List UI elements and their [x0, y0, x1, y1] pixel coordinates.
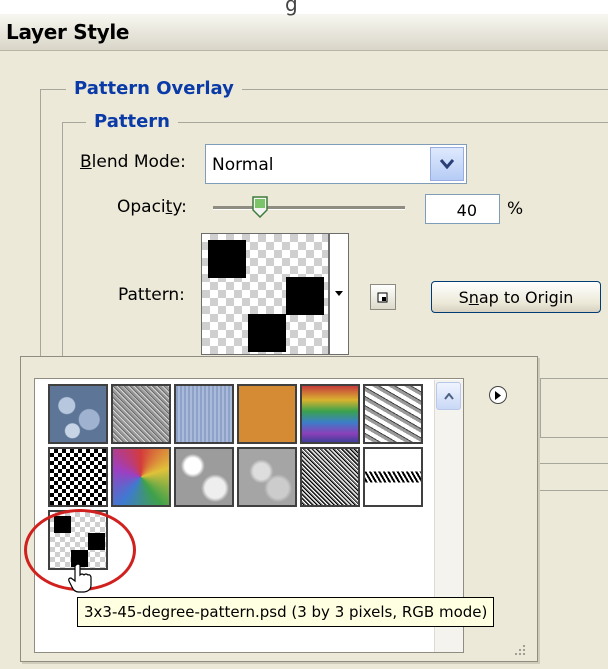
blend-mode-select[interactable]: Normal — [205, 144, 467, 184]
pattern-label: Pattern: — [118, 285, 185, 305]
pattern-overlay-legend: Pattern Overlay — [66, 78, 242, 99]
opacity-value: 40 — [456, 201, 477, 220]
opacity-label-start: Opaci — [117, 197, 166, 217]
bubbles-pattern-tile[interactable] — [48, 384, 108, 444]
swatch-black-square — [286, 277, 324, 315]
chevron-down-icon[interactable] — [430, 147, 464, 181]
snap-label-end: ap to Origin — [478, 287, 574, 307]
scroll-up-arrow-icon[interactable] — [436, 382, 461, 410]
hand-cursor-icon — [68, 563, 94, 593]
static-pattern-tile[interactable] — [300, 447, 360, 507]
clouds-pattern-tile[interactable] — [237, 447, 297, 507]
gray-stone-pattern-tile[interactable] — [363, 384, 423, 444]
pattern-swatch[interactable] — [201, 233, 329, 355]
opacity-slider-thumb[interactable] — [252, 196, 268, 219]
opacity-input[interactable]: 40 — [425, 194, 500, 224]
blend-mode-mnemonic: B — [80, 152, 92, 172]
opacity-unit: % — [507, 199, 524, 219]
snap-label-start: S — [458, 287, 469, 307]
partial-window-text: g — [285, 0, 298, 16]
picker-menu-arrow-icon[interactable] — [489, 386, 507, 404]
rainbow-waves-pattern-tile[interactable] — [300, 384, 360, 444]
clouds-pattern-tile[interactable] — [174, 447, 234, 507]
swatch-black-square — [208, 240, 246, 278]
snap-mnemonic: n — [468, 287, 479, 307]
snap-to-origin-button[interactable]: Sn ap to Origin — [431, 281, 601, 313]
opacity-label: Opacity: — [117, 197, 187, 217]
resize-grip-icon[interactable] — [508, 640, 528, 658]
pattern-group-legend: Pattern — [86, 111, 178, 132]
new-preset-icon[interactable] — [370, 284, 396, 310]
checker-pattern-tile[interactable] — [48, 447, 108, 507]
blend-mode-label: Blend Mode: — [80, 152, 186, 172]
opacity-slider-track[interactable] — [213, 206, 405, 210]
window-top-strip — [0, 0, 608, 14]
blue-fabric-pattern-tile[interactable] — [174, 384, 234, 444]
blend-mode-label-text: lend Mode: — [91, 152, 186, 172]
pattern-tooltip: 3x3-45-degree-pattern.psd (3 by 3 pixels… — [77, 597, 495, 627]
gray-noise-pattern-tile[interactable] — [111, 384, 171, 444]
inner-panel-edge — [540, 378, 608, 438]
swatch-black-square — [248, 314, 286, 352]
dropdown-arrow-icon[interactable] — [329, 233, 349, 355]
opacity-label-end: y: — [172, 197, 187, 217]
colorful-swirl-pattern-tile[interactable] — [111, 447, 171, 507]
zigzag-pattern-tile[interactable] — [363, 447, 423, 507]
orange-paper-pattern-tile[interactable] — [237, 384, 297, 444]
dialog-title: Layer Style — [6, 20, 130, 44]
blend-mode-value: Normal — [212, 155, 274, 175]
